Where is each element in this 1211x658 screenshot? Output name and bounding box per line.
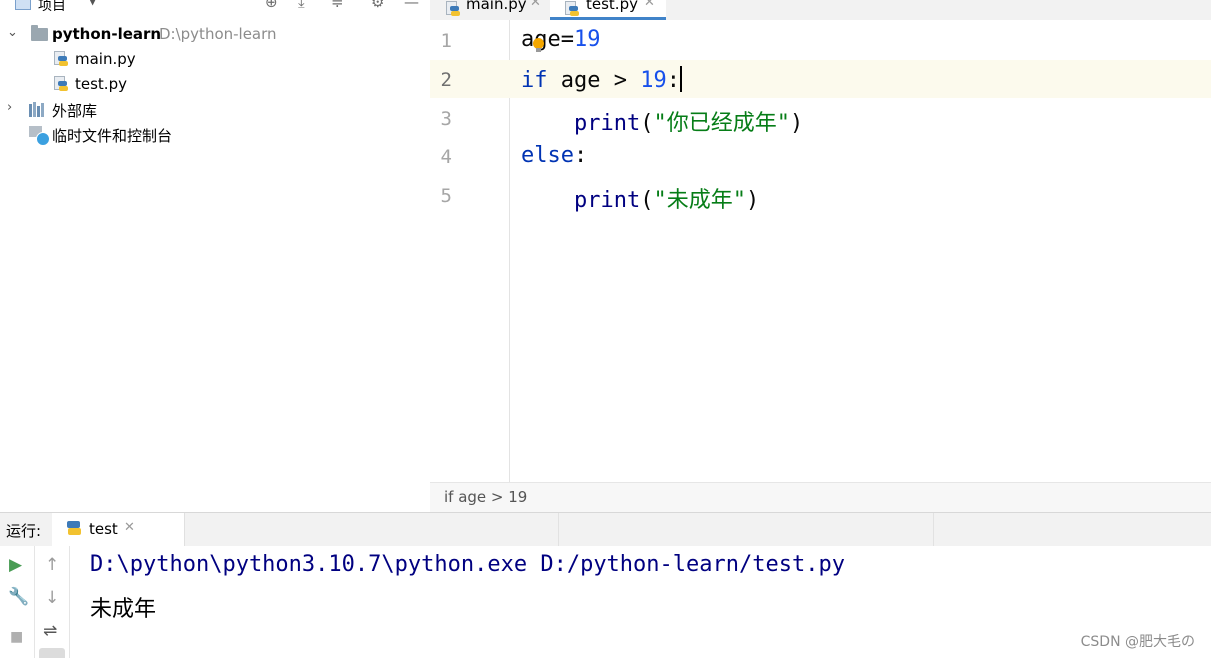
python-file-icon	[54, 76, 68, 92]
wrench-icon[interactable]: 🔧	[8, 588, 29, 606]
divider	[933, 513, 934, 546]
expand-all-icon[interactable]: ≑	[331, 0, 344, 11]
code-token-keyword: else	[521, 143, 574, 168]
python-file-icon	[565, 1, 579, 17]
line-number: 5	[440, 185, 452, 207]
file-name: main.py	[75, 50, 136, 68]
tree-scratches[interactable]: 临时文件和控制台	[0, 123, 430, 147]
library-icon	[29, 102, 47, 117]
stop-icon[interactable]: ■	[10, 628, 23, 646]
code-token-function: print	[573, 111, 641, 136]
code-token-number: 19	[640, 68, 667, 93]
root-folder-path: D:\python-learn	[159, 25, 277, 43]
tree-external-libraries[interactable]: › 外部库	[0, 98, 430, 122]
tree-file-main[interactable]: main.py	[0, 48, 430, 72]
code-token-string: "未成年"	[653, 188, 746, 213]
run-tab-label: test	[89, 520, 118, 538]
code-line-2[interactable]: if age > 19:	[521, 66, 682, 96]
soft-wrap-icon[interactable]: ⇌	[43, 622, 57, 640]
folder-icon	[31, 25, 48, 41]
line-number: 4	[440, 146, 452, 168]
python-file-icon	[54, 51, 68, 67]
run-console[interactable]: D:\python\python3.10.7\python.exe D:/pyt…	[70, 546, 1211, 658]
scratches-label: 临时文件和控制台	[52, 127, 173, 145]
file-name: test.py	[75, 75, 127, 93]
code-token-paren: )	[745, 188, 760, 213]
line-number: 1	[440, 30, 452, 52]
root-folder-name: python-learn	[52, 25, 162, 43]
code-token-number: 19	[574, 27, 601, 52]
code-line-5[interactable]: print("未成年")	[521, 182, 760, 213]
chevron-right-icon[interactable]: ›	[7, 100, 12, 115]
external-libraries-label: 外部库	[52, 102, 98, 120]
arrow-down-icon[interactable]: ↓	[45, 589, 59, 607]
line-number-gutter: 1 2 3 4 5	[430, 20, 510, 482]
target-icon[interactable]: ⊕	[265, 0, 278, 11]
code-token-paren: )	[789, 111, 804, 136]
text-caret	[679, 66, 682, 92]
project-panel-header: 项目 ▼ ⊕ ⤓ ≑ ⚙ —	[0, 0, 430, 18]
project-panel-title[interactable]: 项目	[38, 0, 66, 15]
code-line-3[interactable]: print("你已经成年")	[521, 105, 804, 136]
lightbulb-icon[interactable]	[533, 38, 544, 52]
scroll-to-end-icon[interactable]	[39, 648, 65, 658]
divider	[558, 513, 559, 546]
chevron-down-icon[interactable]: ▼	[88, 0, 97, 7]
code-token-operator: :	[573, 143, 588, 168]
code-line-4[interactable]: else:	[521, 143, 587, 173]
minimize-icon[interactable]: —	[404, 0, 419, 11]
run-panel-header: 运行: test ✕	[0, 512, 1211, 549]
watermark: CSDN @肥大毛の	[1080, 634, 1195, 650]
tab-test-py[interactable]: test.py ✕	[550, 0, 666, 20]
console-command-line: D:\python\python3.10.7\python.exe D:/pyt…	[90, 552, 845, 577]
line-number: 3	[440, 108, 452, 130]
rerun-icon[interactable]: ▶	[9, 556, 22, 574]
arrow-up-icon[interactable]: ↑	[45, 556, 59, 574]
python-icon	[67, 521, 81, 537]
code-token-operator: :	[666, 68, 680, 93]
tab-label: test.py	[586, 0, 638, 13]
collapse-all-icon[interactable]: ⤓	[298, 0, 305, 11]
gear-icon[interactable]: ⚙	[371, 0, 384, 11]
code-token-paren: (	[640, 188, 654, 213]
code-token-text: age >	[547, 68, 641, 93]
chevron-down-icon[interactable]: ⌄	[7, 25, 18, 40]
close-icon[interactable]: ✕	[644, 0, 655, 10]
run-panel-title: 运行:	[6, 522, 42, 540]
python-file-icon	[446, 1, 460, 17]
code-token-string: "你已经成年"	[653, 111, 790, 136]
ide-window: 项目 ▼ ⊕ ⤓ ≑ ⚙ — ⌄ python-learn D:\python-…	[0, 0, 1211, 658]
code-editor[interactable]: 1 2 3 4 5 age=19 if age > 19: print("你已经…	[430, 20, 1211, 482]
tab-main-py[interactable]: main.py ✕	[430, 0, 548, 20]
code-token-paren: (	[640, 111, 654, 136]
divider	[34, 546, 35, 658]
close-icon[interactable]: ✕	[124, 520, 135, 535]
run-toolbar: ▶ 🔧 ■ ↑ ↓ ⇌	[0, 546, 70, 658]
project-panel: 项目 ▼ ⊕ ⤓ ≑ ⚙ — ⌄ python-learn D:\python-…	[0, 0, 430, 512]
project-icon	[15, 0, 31, 10]
close-icon[interactable]: ✕	[530, 0, 541, 10]
editor-tab-bar: main.py ✕ test.py ✕	[430, 0, 1211, 20]
breadcrumb-item[interactable]: if age > 19	[444, 488, 527, 506]
console-output-line: 未成年	[90, 597, 157, 622]
tree-root-folder[interactable]: ⌄ python-learn D:\python-learn	[0, 23, 430, 47]
run-tab-test[interactable]: test ✕	[52, 513, 185, 549]
line-number: 2	[440, 69, 452, 91]
code-token-keyword: if	[521, 68, 548, 93]
tab-label: main.py	[466, 0, 527, 13]
tree-file-test[interactable]: test.py	[0, 73, 430, 97]
code-token-operator: =	[560, 27, 574, 52]
code-token-function: print	[573, 188, 641, 213]
scratch-console-icon	[29, 126, 50, 146]
breadcrumb[interactable]: if age > 19	[430, 482, 1211, 512]
